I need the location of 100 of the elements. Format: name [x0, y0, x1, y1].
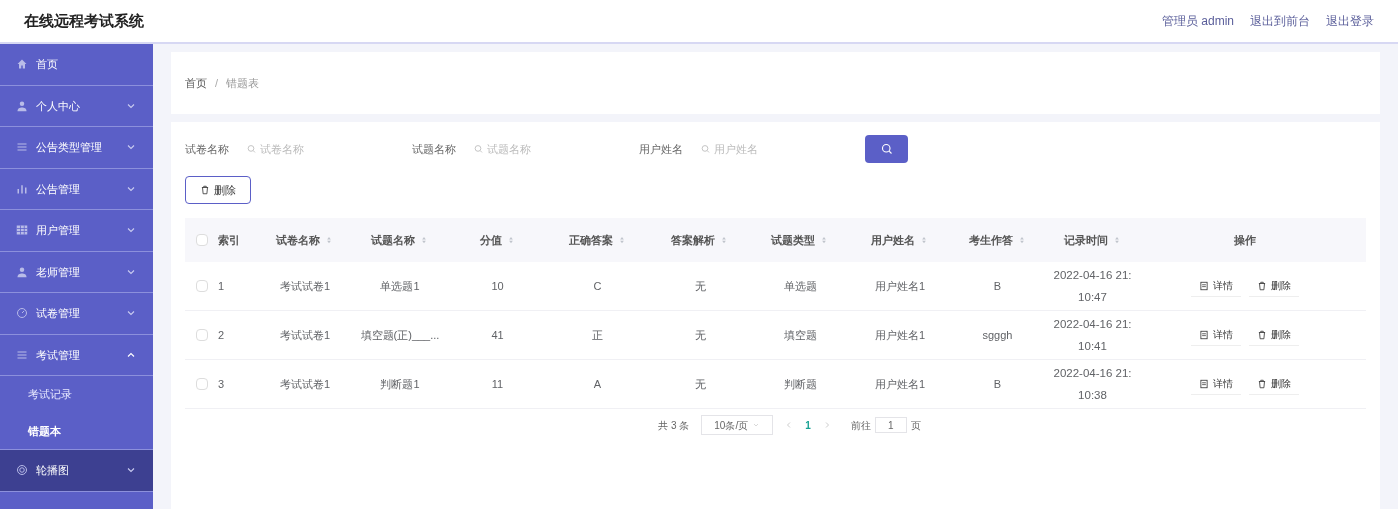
- list-icon: [16, 141, 28, 154]
- sidebar-item[interactable]: 首页: [0, 44, 153, 86]
- delete-button[interactable]: 删除: [185, 176, 251, 204]
- sidebar-label: 考试管理: [36, 347, 81, 363]
- table-cell-text: 判断题: [783, 376, 817, 392]
- search-field[interactable]: 试题名称: [487, 140, 626, 158]
- table-cell-text: 单选题: [783, 278, 817, 294]
- column-header: 操作: [1234, 232, 1256, 248]
- column-header[interactable]: 试题名称: [371, 231, 415, 249]
- table-cell-text: 考试试卷1: [279, 327, 331, 343]
- header-link[interactable]: 退出登录: [1326, 12, 1374, 30]
- breadcrumb-separator: /: [215, 75, 219, 91]
- search-field[interactable]: 用户姓名: [714, 140, 853, 158]
- sidebar-item[interactable]: 试卷管理: [0, 293, 153, 335]
- table-cell-text: C: [593, 278, 602, 294]
- table-cell-text: 无: [694, 278, 706, 294]
- sidebar-item[interactable]: 用户管理: [0, 210, 153, 252]
- table-cell-text: 11: [491, 376, 504, 392]
- column-header[interactable]: 记录时间: [1063, 231, 1108, 249]
- list-icon: [16, 348, 28, 361]
- table-cell-text: A: [593, 376, 602, 392]
- delete-button[interactable]: 删除: [1249, 275, 1299, 297]
- sidebar-item[interactable]: 个人中心: [0, 85, 153, 127]
- user-icon: [16, 99, 28, 112]
- column-header[interactable]: 用户姓名: [871, 231, 915, 249]
- table-cell-text: 无: [694, 376, 706, 392]
- column-header[interactable]: 分值: [479, 231, 502, 249]
- sidebar-item[interactable]: 公告管理: [0, 168, 153, 210]
- table-cell-text: 2022-04-16 21:10:41: [1052, 317, 1133, 354]
- table-cell-text: 用户姓名1: [874, 327, 926, 343]
- table-cell-text: 填空题: [783, 327, 817, 343]
- sidebar-item[interactable]: 轮播图: [0, 450, 153, 492]
- table-cell-text: 单选题1: [380, 278, 420, 294]
- table-cell-text: 考试试卷1: [279, 278, 331, 294]
- details-button[interactable]: 详情: [1191, 324, 1241, 346]
- user-icon: [16, 265, 28, 278]
- sidebar-label: 老师管理: [36, 264, 81, 280]
- column-header[interactable]: 考生作答: [968, 231, 1013, 249]
- search-field[interactable]: 试卷名称: [260, 140, 399, 158]
- page-size-select[interactable]: 10条/页: [701, 415, 774, 435]
- column-header[interactable]: 试题类型: [771, 231, 815, 249]
- search-icon: [247, 144, 257, 154]
- column-header[interactable]: 答案解析: [671, 231, 715, 249]
- total-count: 共 3 条: [658, 418, 690, 433]
- sidebar-label: 公告管理: [36, 181, 81, 197]
- delete-button[interactable]: 删除: [1249, 324, 1299, 346]
- table-cell-text: 考试试卷1: [279, 376, 331, 392]
- home-icon: [16, 58, 28, 71]
- table-cell-text: 10: [491, 278, 504, 294]
- sidebar-item[interactable]: 老师管理: [0, 251, 153, 293]
- breadcrumb-link[interactable]: 首页: [185, 74, 207, 92]
- document-icon: [1199, 280, 1209, 291]
- bar-chart-icon: [16, 182, 28, 195]
- table-cell-text: 2022-04-16 21:10:38: [1052, 366, 1133, 403]
- table-cell-text: B: [993, 376, 1002, 392]
- row-checkbox[interactable]: [195, 329, 208, 341]
- table-cell-text: 1: [218, 278, 225, 294]
- header-link[interactable]: 退出到前台: [1250, 12, 1310, 30]
- search-icon: [880, 143, 893, 155]
- sidebar-label: 试卷管理: [36, 306, 81, 321]
- details-button[interactable]: 详情: [1191, 275, 1241, 297]
- chevron-down-icon: [752, 421, 761, 429]
- table-cell-text: 用户姓名1: [874, 376, 926, 392]
- row-checkbox[interactable]: [195, 280, 208, 292]
- field-label: 用户姓名: [639, 141, 684, 157]
- dial-icon: [16, 307, 28, 320]
- table-cell-text: sgggh: [982, 327, 1013, 343]
- header-link[interactable]: 管理员 admin: [1161, 12, 1234, 30]
- page-input[interactable]: 1: [874, 417, 907, 433]
- sidebar-label: 公告类型管理: [36, 140, 103, 155]
- search-icon: [474, 144, 484, 154]
- search-button[interactable]: [865, 135, 908, 163]
- sidebar-item[interactable]: 考试管理: [0, 334, 153, 376]
- document-icon: [1199, 378, 1209, 389]
- table-cell-text: 2: [218, 327, 225, 343]
- row-checkbox[interactable]: [195, 378, 208, 390]
- trash-icon: [200, 185, 210, 195]
- table-cell-text: 填空题(正)___...: [360, 327, 440, 343]
- sidebar-label: 轮播图: [36, 463, 70, 478]
- trash-icon: [1257, 280, 1267, 291]
- table-cell-text: 2022-04-16 21:10:47: [1052, 268, 1133, 305]
- details-button[interactable]: 详情: [1191, 373, 1241, 395]
- field-label: 试卷名称: [185, 141, 230, 157]
- ring-icon: [16, 464, 28, 477]
- select-all-checkbox[interactable]: [195, 234, 208, 246]
- sidebar-item[interactable]: 公告类型管理: [0, 127, 153, 169]
- delete-button[interactable]: 删除: [1249, 373, 1299, 395]
- table-cell-text: 用户姓名1: [874, 278, 926, 294]
- column-header: 索引: [218, 232, 240, 248]
- table-cell-text: 判断题1: [380, 376, 420, 392]
- submenu-item[interactable]: 考试记录: [0, 376, 153, 413]
- grid-icon: [16, 224, 28, 237]
- goto-label: 前往: [850, 418, 871, 433]
- sidebar-label: 用户管理: [36, 223, 81, 238]
- column-header[interactable]: 试卷名称: [276, 231, 320, 249]
- column-header[interactable]: 正确答案: [568, 231, 613, 249]
- table-cell-text: 正: [592, 327, 603, 343]
- trash-icon: [1257, 378, 1267, 389]
- table-cell-text: 无: [694, 327, 706, 343]
- goto-suffix: 页: [910, 418, 921, 433]
